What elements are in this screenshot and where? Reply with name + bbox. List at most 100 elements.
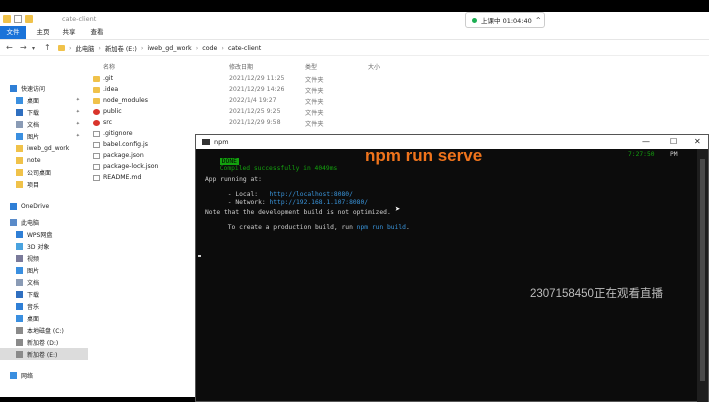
sidebar-item[interactable]: 项目 bbox=[0, 178, 88, 190]
sidebar-item[interactable]: 此电脑 bbox=[0, 216, 88, 228]
terminal-output[interactable]: DONE Compiled successfully in 4049ms 7:2… bbox=[196, 149, 696, 402]
pin-icon[interactable]: ✦ bbox=[76, 133, 80, 139]
done-badge: DONE bbox=[219, 158, 239, 165]
sidebar-item[interactable]: 图片 bbox=[0, 264, 88, 276]
sidebar-item[interactable]: 网络 bbox=[0, 369, 88, 381]
file-row[interactable]: .idea 2021/12/29 14:26 文件夹 bbox=[90, 85, 430, 96]
breadcrumb-item[interactable]: 此电脑 bbox=[76, 44, 95, 53]
sidebar-item[interactable]: 本地磁盘 (C:) bbox=[0, 324, 88, 336]
note-line-2-end: . bbox=[405, 224, 410, 231]
folder-icon bbox=[3, 15, 11, 23]
folder-icon bbox=[58, 45, 65, 51]
document-icon bbox=[16, 120, 23, 128]
up-arrow-icon[interactable]: ↑ bbox=[44, 43, 51, 52]
minimize-icon[interactable]: — bbox=[642, 137, 650, 146]
sidebar-item[interactable]: iweb_gd_work bbox=[0, 142, 88, 154]
sidebar-item[interactable]: 图片 ✦ bbox=[0, 130, 88, 142]
new-folder-icon[interactable] bbox=[25, 15, 33, 23]
file-icon bbox=[93, 142, 100, 148]
file-name: .gitignore bbox=[103, 130, 133, 137]
breadcrumb-separator-icon: › bbox=[69, 44, 72, 52]
sidebar-item[interactable]: 新加卷 (E:) bbox=[0, 348, 88, 360]
pin-icon[interactable]: ✦ bbox=[76, 109, 80, 115]
tab-share[interactable]: 共享 bbox=[58, 26, 80, 39]
sidebar-item-label: 视频 bbox=[27, 255, 40, 263]
sidebar-item[interactable]: 3D 对象 bbox=[0, 240, 88, 252]
sidebar-item[interactable]: 文档 bbox=[0, 276, 88, 288]
sidebar-item[interactable]: WPS网盘 bbox=[0, 228, 88, 240]
folder-icon bbox=[16, 180, 23, 188]
sidebar-item[interactable]: 公司桌面 bbox=[0, 166, 88, 178]
chevron-up-icon[interactable]: ^ bbox=[536, 17, 541, 24]
file-type: 文件夹 bbox=[305, 77, 324, 84]
column-size[interactable]: 大小 bbox=[368, 62, 380, 71]
tab-file[interactable]: 文件 bbox=[0, 26, 26, 39]
note-line-1: Note that the development build is not o… bbox=[205, 209, 391, 216]
tab-home[interactable]: 主页 bbox=[32, 26, 54, 39]
sidebar-item[interactable]: note bbox=[0, 154, 88, 166]
column-name[interactable]: 名称 bbox=[103, 62, 115, 71]
file-date: 2021/12/29 11:25 bbox=[229, 75, 285, 82]
recording-dot-icon bbox=[472, 17, 477, 23]
compiled-message: Compiled successfully in 4049ms bbox=[219, 165, 338, 172]
breadcrumb-item[interactable]: cate-client bbox=[228, 45, 261, 52]
cut-off-text: PM bbox=[670, 151, 678, 158]
sidebar-item[interactable]: 文档 ✦ bbox=[0, 118, 88, 130]
pin-icon[interactable]: ✦ bbox=[76, 97, 80, 103]
folder-icon bbox=[16, 168, 23, 176]
sidebar-item-label: 本地磁盘 (C:) bbox=[27, 327, 64, 335]
file-date: 2021/12/29 14:26 bbox=[229, 86, 285, 93]
network-label: - Network: bbox=[227, 199, 270, 206]
text-cursor bbox=[198, 255, 201, 257]
forward-arrow-icon[interactable]: → bbox=[20, 43, 27, 52]
breadcrumb-item[interactable]: 新加卷 (E:) bbox=[105, 44, 137, 53]
pin-icon[interactable]: ✦ bbox=[76, 121, 80, 127]
maximize-icon[interactable]: ☐ bbox=[670, 137, 677, 146]
folder-icon bbox=[93, 76, 100, 82]
file-icon bbox=[93, 164, 100, 170]
sidebar-item[interactable]: 下载 bbox=[0, 288, 88, 300]
breadcrumb[interactable]: › 此电脑 › 新加卷 (E:) › iweb_gd_work › code ›… bbox=[58, 41, 458, 55]
sidebar-item[interactable]: 新加卷 (D:) bbox=[0, 336, 88, 348]
sidebar-item[interactable]: 下载 ✦ bbox=[0, 106, 88, 118]
sidebar-item[interactable]: 桌面 bbox=[0, 312, 88, 324]
column-type[interactable]: 类型 bbox=[305, 62, 317, 71]
file-date: 2022/1/4 19:27 bbox=[229, 97, 277, 104]
properties-icon[interactable] bbox=[14, 15, 22, 23]
column-date[interactable]: 修改日期 bbox=[229, 62, 253, 71]
viewer-watermark: 2307158450正在观看直播 bbox=[530, 288, 663, 300]
sidebar-item-label: WPS网盘 bbox=[27, 231, 53, 239]
back-arrow-icon[interactable]: ← bbox=[6, 43, 13, 52]
scrollbar-thumb[interactable] bbox=[700, 159, 705, 381]
tab-view[interactable]: 查看 bbox=[86, 26, 108, 39]
file-row[interactable]: node_modules 2022/1/4 19:27 文件夹 bbox=[90, 96, 430, 107]
breadcrumb-item[interactable]: iweb_gd_work bbox=[147, 45, 191, 52]
network-url[interactable]: http://192.168.1.107:8080/ bbox=[269, 199, 368, 206]
ribbon-tabs: 文件 主页 共享 查看 bbox=[0, 26, 709, 40]
file-date: 2021/12/29 9:58 bbox=[229, 119, 281, 126]
sidebar-item-label: 新加卷 (D:) bbox=[27, 339, 59, 347]
file-row[interactable]: .git 2021/12/29 11:25 文件夹 bbox=[90, 74, 430, 85]
sidebar-item[interactable]: OneDrive bbox=[0, 200, 88, 212]
close-icon[interactable]: ✕ bbox=[694, 137, 701, 146]
terminal-scrollbar[interactable] bbox=[697, 149, 708, 402]
top-black-strip bbox=[0, 0, 709, 12]
sidebar-item[interactable]: 快速访问 bbox=[0, 82, 88, 94]
sidebar-item-label: 音乐 bbox=[27, 303, 40, 311]
recent-chevron-icon[interactable]: ▾ bbox=[32, 45, 35, 52]
sidebar-item[interactable]: 音乐 bbox=[0, 300, 88, 312]
file-icon bbox=[93, 153, 100, 159]
breadcrumb-item[interactable]: code bbox=[202, 45, 217, 52]
file-type: 文件夹 bbox=[305, 88, 324, 95]
document-icon bbox=[16, 278, 23, 286]
sidebar-item-label: 文档 bbox=[27, 121, 40, 129]
file-name: package-lock.json bbox=[103, 163, 159, 170]
file-row[interactable]: src 2021/12/29 9:58 文件夹 bbox=[90, 118, 430, 129]
recording-indicator[interactable]: 上课中 01:04:40 ^ bbox=[465, 12, 545, 28]
computer-icon bbox=[10, 218, 17, 226]
video-icon bbox=[16, 254, 23, 262]
sidebar-item[interactable]: 视频 bbox=[0, 252, 88, 264]
sidebar-item[interactable]: 桌面 ✦ bbox=[0, 94, 88, 106]
file-row[interactable]: public 2021/12/25 9:25 文件夹 bbox=[90, 107, 430, 118]
sidebar-item-label: 3D 对象 bbox=[27, 243, 50, 251]
